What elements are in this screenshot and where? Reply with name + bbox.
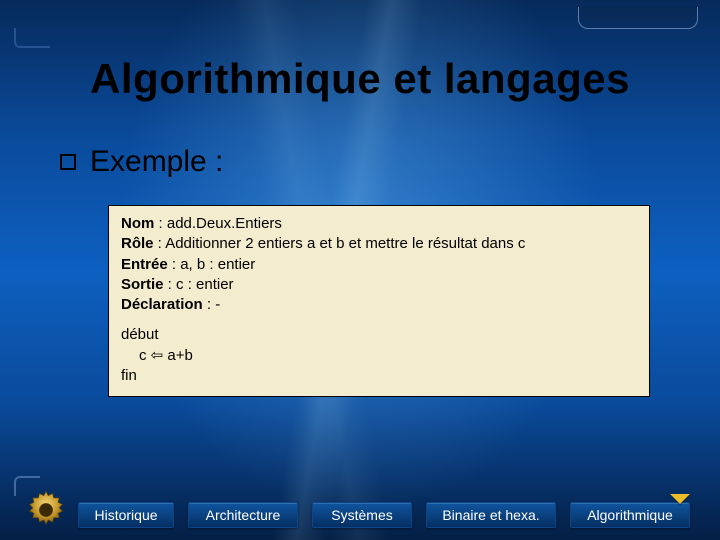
decor-bracket-top-left [14,28,50,48]
value-entree: a, b : entier [180,256,255,273]
section-heading: Exemple : [90,145,223,179]
bullet-square-icon [60,154,76,170]
footer-nav: Historique Architecture Systèmes Binaire… [0,488,720,528]
gear-icon [24,488,68,532]
label-role: Rôle [121,235,154,252]
page-title: Algorithmique et langages [0,55,720,103]
label-nom: Nom [121,215,154,232]
algo-body-line: c ⇦ a+b [121,346,637,366]
algo-line-declaration: Déclaration : - [121,295,637,315]
nav-binaire-hexa[interactable]: Binaire et hexa. [426,502,556,528]
algo-fin: fin [121,366,637,386]
nav-architecture[interactable]: Architecture [188,502,298,528]
value-declaration: - [215,296,220,313]
nav-systemes[interactable]: Systèmes [312,502,412,528]
algo-line-sortie: Sortie : c : entier [121,275,637,295]
nav-historique[interactable]: Historique [78,502,174,528]
nav-algorithmique[interactable]: Algorithmique [570,502,690,528]
label-entree: Entrée [121,256,168,273]
label-declaration: Déclaration [121,296,203,313]
value-sortie: c : entier [176,276,234,293]
top-bar [0,0,720,36]
value-role: Additionner 2 entiers a et b et mettre l… [165,235,525,252]
algo-line-entree: Entrée : a, b : entier [121,255,637,275]
decor-tab-top-right [578,7,698,29]
value-nom: add.Deux.Entiers [167,215,282,232]
section-heading-row: Exemple : [60,145,223,179]
label-sortie: Sortie [121,276,164,293]
algorithm-box: Nom : add.Deux.Entiers Rôle : Additionne… [108,205,650,397]
algo-debut: début [121,325,637,345]
arrow-down-icon [670,494,690,504]
algo-line-nom: Nom : add.Deux.Entiers [121,214,637,234]
algo-line-role: Rôle : Additionner 2 entiers a et b et m… [121,234,637,254]
